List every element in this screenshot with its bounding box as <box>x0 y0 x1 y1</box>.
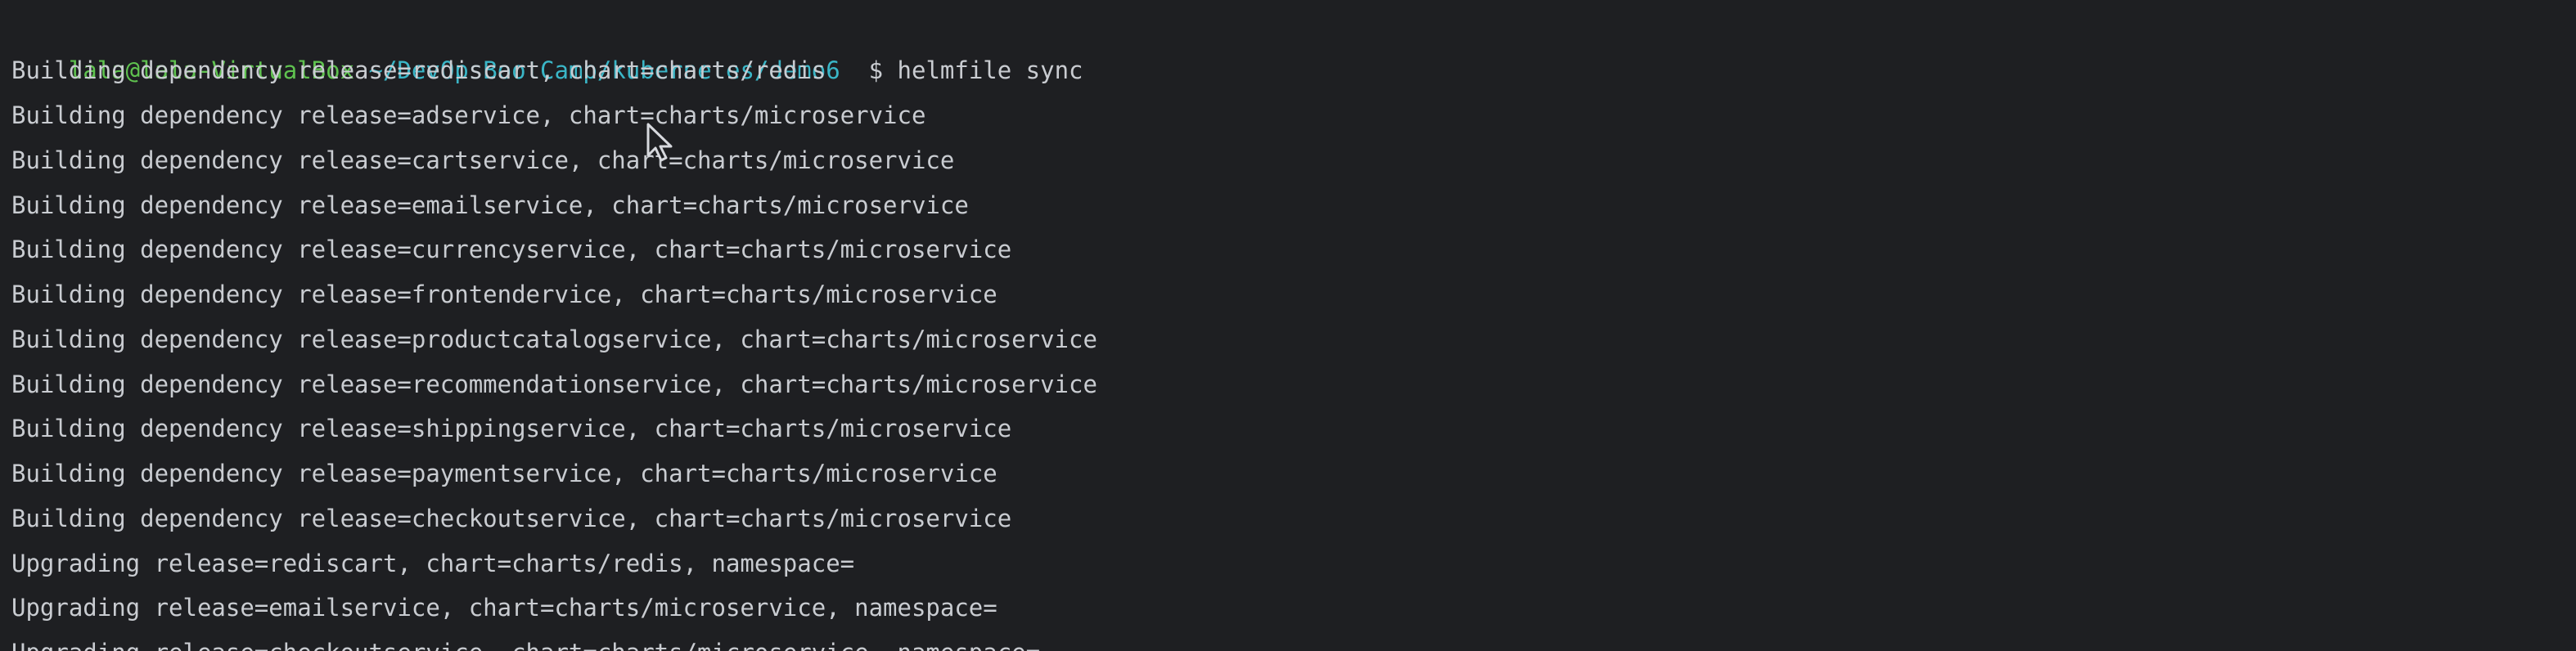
output-line: Building dependency release=currencyserv… <box>11 236 1012 263</box>
output-line: Building dependency release=emailservice… <box>11 191 969 219</box>
terminal-window[interactable]: lala@lala-VirtualBox ~/DevOpsBootCamp/ku… <box>0 0 2576 651</box>
prompt-symbol: $ <box>868 56 884 84</box>
output-line: Building dependency release=paymentservi… <box>11 460 998 487</box>
output-line: Building dependency release=rediscart, c… <box>11 56 826 84</box>
prompt-line: lala@lala-VirtualBox ~/DevOpsBootCamp/ku… <box>11 4 1083 84</box>
mouse-pointer-icon <box>646 123 673 162</box>
output-line: Building dependency release=productcatal… <box>11 326 1097 353</box>
output-line: Building dependency release=frontendervi… <box>11 281 998 308</box>
command-text: helmfile sync <box>897 56 1083 84</box>
output-line: Upgrading release=checkoutservice, chart… <box>11 631 1040 651</box>
output-line: Building dependency release=shippingserv… <box>11 415 1012 442</box>
output-line: Building dependency release=checkoutserv… <box>11 505 1012 532</box>
output-line: Building dependency release=cartservice,… <box>11 146 955 174</box>
output-line: Upgrading release=rediscart, chart=chart… <box>11 550 855 577</box>
output-line: Building dependency release=adservice, c… <box>11 101 926 129</box>
output-line: Building dependency release=recommendati… <box>11 370 1097 398</box>
output-line: Upgrading release=emailservice, chart=ch… <box>11 594 998 622</box>
